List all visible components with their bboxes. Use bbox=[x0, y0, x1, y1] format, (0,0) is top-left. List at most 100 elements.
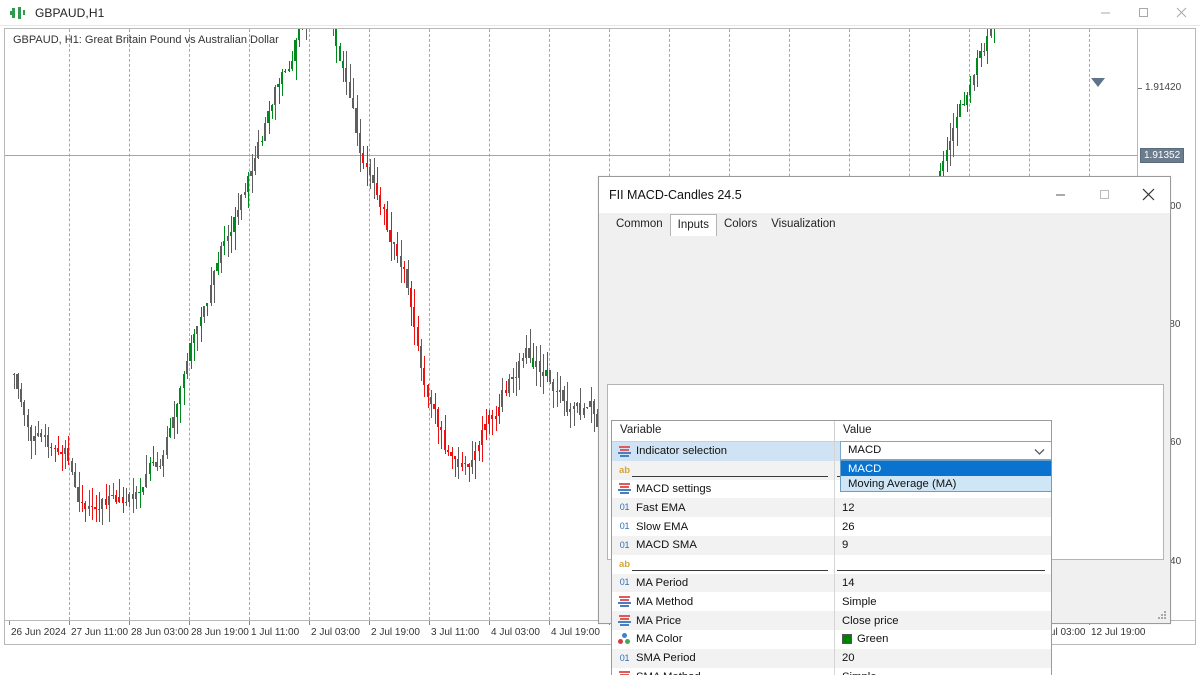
candle-body bbox=[508, 378, 511, 393]
table-row[interactable]: MA Color Green bbox=[612, 629, 1051, 649]
variable-cell[interactable]: 01 Slow EMA bbox=[612, 517, 834, 536]
candle-body bbox=[460, 463, 463, 468]
dialog-maximize-button[interactable] bbox=[1082, 177, 1126, 211]
value-cell[interactable]: Close price bbox=[834, 611, 1051, 630]
value-cell[interactable]: 26 bbox=[834, 517, 1051, 536]
candle-body bbox=[277, 84, 280, 88]
dialog-close-button[interactable] bbox=[1126, 177, 1170, 211]
variable-cell[interactable]: 01 MACD SMA bbox=[612, 536, 834, 555]
candle-body bbox=[582, 408, 585, 416]
candle-body bbox=[192, 334, 195, 343]
candle-wick bbox=[434, 393, 436, 425]
resize-grip[interactable] bbox=[1157, 610, 1167, 620]
table-row[interactable]: 01 Fast EMA 12 bbox=[612, 498, 1051, 518]
dialog-tabs[interactable]: Common Inputs Colors Visualization bbox=[609, 213, 1170, 236]
candle-wick bbox=[278, 78, 280, 104]
candle-body bbox=[389, 229, 392, 243]
table-row[interactable]: 01 MA Period 14 bbox=[612, 573, 1051, 593]
candle-body bbox=[484, 423, 487, 431]
window-close-button[interactable] bbox=[1162, 0, 1200, 26]
tab-inputs[interactable]: Inputs bbox=[669, 214, 717, 236]
value-cell[interactable] bbox=[834, 554, 1051, 574]
window-minimize-button[interactable] bbox=[1086, 0, 1124, 26]
combobox-option[interactable]: Moving Average (MA) bbox=[841, 476, 1051, 491]
candle-body bbox=[185, 360, 189, 374]
candle-wick bbox=[516, 362, 518, 396]
candle-body bbox=[379, 194, 382, 208]
variable-cell[interactable]: 01 SMA Period bbox=[612, 649, 834, 668]
tab-common[interactable]: Common bbox=[609, 215, 670, 235]
variable-cell[interactable]: SMA Method bbox=[612, 668, 834, 675]
dialog-minimize-button[interactable] bbox=[1038, 177, 1082, 211]
value-cell[interactable]: Simple bbox=[834, 592, 1051, 612]
table-row[interactable]: ab bbox=[612, 554, 1051, 574]
combobox-option-list[interactable]: MACD Moving Average (MA) bbox=[840, 459, 1052, 492]
candle-body bbox=[168, 428, 172, 437]
chevron-down-icon[interactable] bbox=[1034, 447, 1045, 459]
candle-wick bbox=[994, 29, 996, 44]
indicator-selection-combobox[interactable]: MACD bbox=[840, 441, 1052, 460]
candle-wick bbox=[393, 242, 395, 261]
table-row[interactable]: SMA Method Simple bbox=[612, 667, 1051, 675]
value-cell[interactable]: 20 bbox=[834, 648, 1051, 668]
variable-cell[interactable]: MA Price bbox=[612, 611, 834, 630]
candle-body bbox=[43, 435, 46, 438]
variable-cell[interactable]: 01 MA Period bbox=[612, 574, 834, 593]
candle-body bbox=[84, 503, 87, 509]
indicator-properties-dialog[interactable]: FII MACD-Candles 24.5 Common Inputs Colors… bbox=[598, 176, 1171, 675]
value-cell[interactable]: 14 bbox=[834, 573, 1051, 593]
time-tick-label: 3 Jul 11:00 bbox=[428, 621, 480, 638]
candle-body bbox=[592, 400, 596, 414]
time-tick-label: 2 Jul 03:00 bbox=[309, 621, 360, 638]
tab-colors[interactable]: Colors bbox=[717, 215, 764, 235]
time-tick-label: 28 Jun 03:00 bbox=[129, 621, 189, 638]
variable-name: Slow EMA bbox=[636, 520, 689, 533]
variable-name: MA Color bbox=[636, 633, 683, 646]
candle-wick bbox=[404, 260, 406, 284]
value-cell[interactable]: Green bbox=[834, 629, 1051, 649]
candle-wick bbox=[126, 487, 128, 506]
time-tick-label: 12 Jul 19:00 bbox=[1089, 621, 1146, 638]
candle-body bbox=[430, 397, 433, 404]
tab-visualization[interactable]: Visualization bbox=[764, 215, 842, 235]
candle-body bbox=[989, 29, 992, 36]
value-cell[interactable]: 12 bbox=[834, 498, 1051, 518]
variable-cell[interactable]: 01 Fast EMA bbox=[612, 498, 834, 517]
candle-body bbox=[46, 435, 50, 448]
candle-body bbox=[16, 374, 19, 390]
table-row[interactable]: 01 Slow EMA 26 bbox=[612, 517, 1051, 536]
candle-body bbox=[423, 368, 426, 386]
window-maximize-button[interactable] bbox=[1124, 0, 1162, 26]
variable-cell[interactable]: MACD settings bbox=[612, 480, 834, 499]
variable-cell[interactable]: ab bbox=[612, 461, 834, 480]
variable-cell[interactable]: MA Method bbox=[612, 592, 834, 611]
value-text: Close price bbox=[842, 614, 899, 627]
time-tick-label: 1 Jul 11:00 bbox=[248, 621, 300, 638]
value-cell[interactable]: 9 bbox=[834, 535, 1051, 555]
variable-cell[interactable]: Indicator selection bbox=[612, 442, 834, 461]
current-price-label: 1.91352 bbox=[1140, 148, 1185, 164]
table-row[interactable]: MA Method Simple bbox=[612, 592, 1051, 612]
candle-body bbox=[36, 433, 39, 437]
table-row[interactable]: 01 SMA Period 20 bbox=[612, 648, 1051, 668]
value-cell[interactable]: Simple bbox=[834, 667, 1051, 675]
variable-name: MA Price bbox=[636, 614, 682, 627]
candle-wick bbox=[227, 225, 229, 258]
table-row[interactable]: 01 MACD SMA 9 bbox=[612, 535, 1051, 555]
grid-header-row: Variable Value bbox=[612, 421, 1051, 442]
candle-body bbox=[514, 377, 518, 379]
candle-body bbox=[70, 461, 73, 472]
candle-body bbox=[457, 458, 460, 468]
candle-body bbox=[263, 123, 267, 141]
variable-cell[interactable]: MA Color bbox=[612, 630, 834, 649]
candle-body bbox=[450, 452, 453, 457]
combobox-option[interactable]: MACD bbox=[841, 460, 1051, 476]
candle-body bbox=[246, 175, 250, 193]
enum-type-icon bbox=[618, 482, 631, 495]
variable-cell[interactable]: ab bbox=[612, 555, 834, 574]
dialog-title: FII MACD-Candles 24.5 bbox=[609, 188, 742, 202]
candle-body bbox=[521, 357, 524, 362]
time-tick-label: 2 Jul 19:00 bbox=[369, 621, 420, 638]
table-row[interactable]: MA Price Close price bbox=[612, 611, 1051, 630]
candle-wick bbox=[451, 446, 453, 469]
